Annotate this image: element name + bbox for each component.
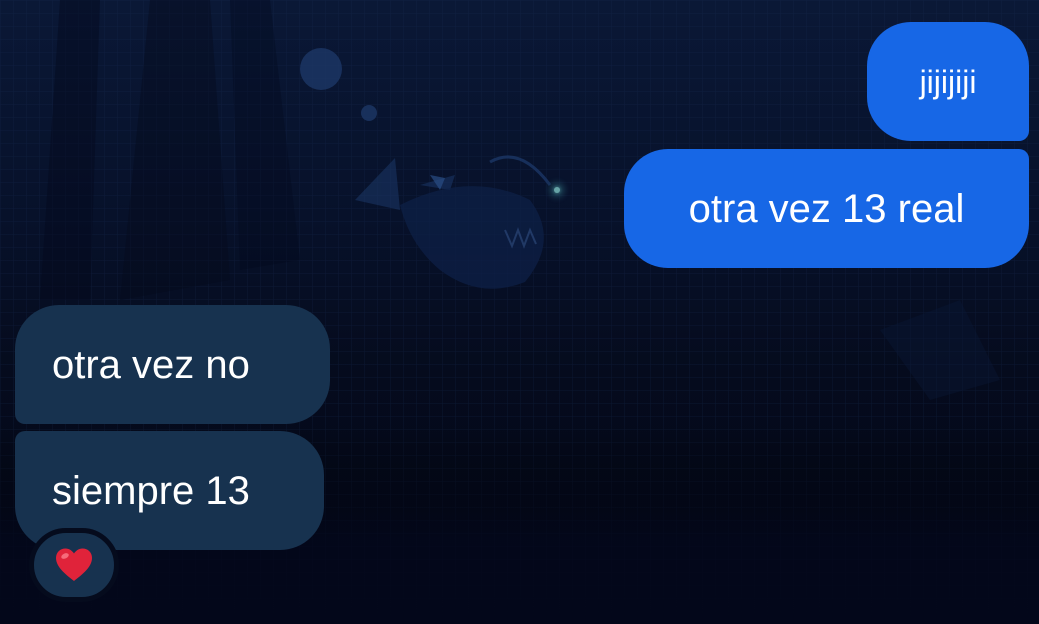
message-text: siempre 13 [52, 468, 250, 513]
outgoing-message-bubble[interactable]: jijijiji [867, 22, 1029, 141]
heart-icon [56, 548, 92, 581]
message-list[interactable]: jijijiji otra vez 13 real otra vez no si… [0, 0, 1039, 624]
message-text: otra vez 13 real [688, 186, 965, 231]
message-text: jijijiji [919, 63, 977, 100]
message-text: otra vez no [52, 342, 250, 387]
incoming-message-bubble[interactable]: otra vez no [15, 305, 330, 424]
outgoing-message-bubble[interactable]: otra vez 13 real [624, 149, 1029, 268]
reaction-badge[interactable] [29, 528, 119, 602]
